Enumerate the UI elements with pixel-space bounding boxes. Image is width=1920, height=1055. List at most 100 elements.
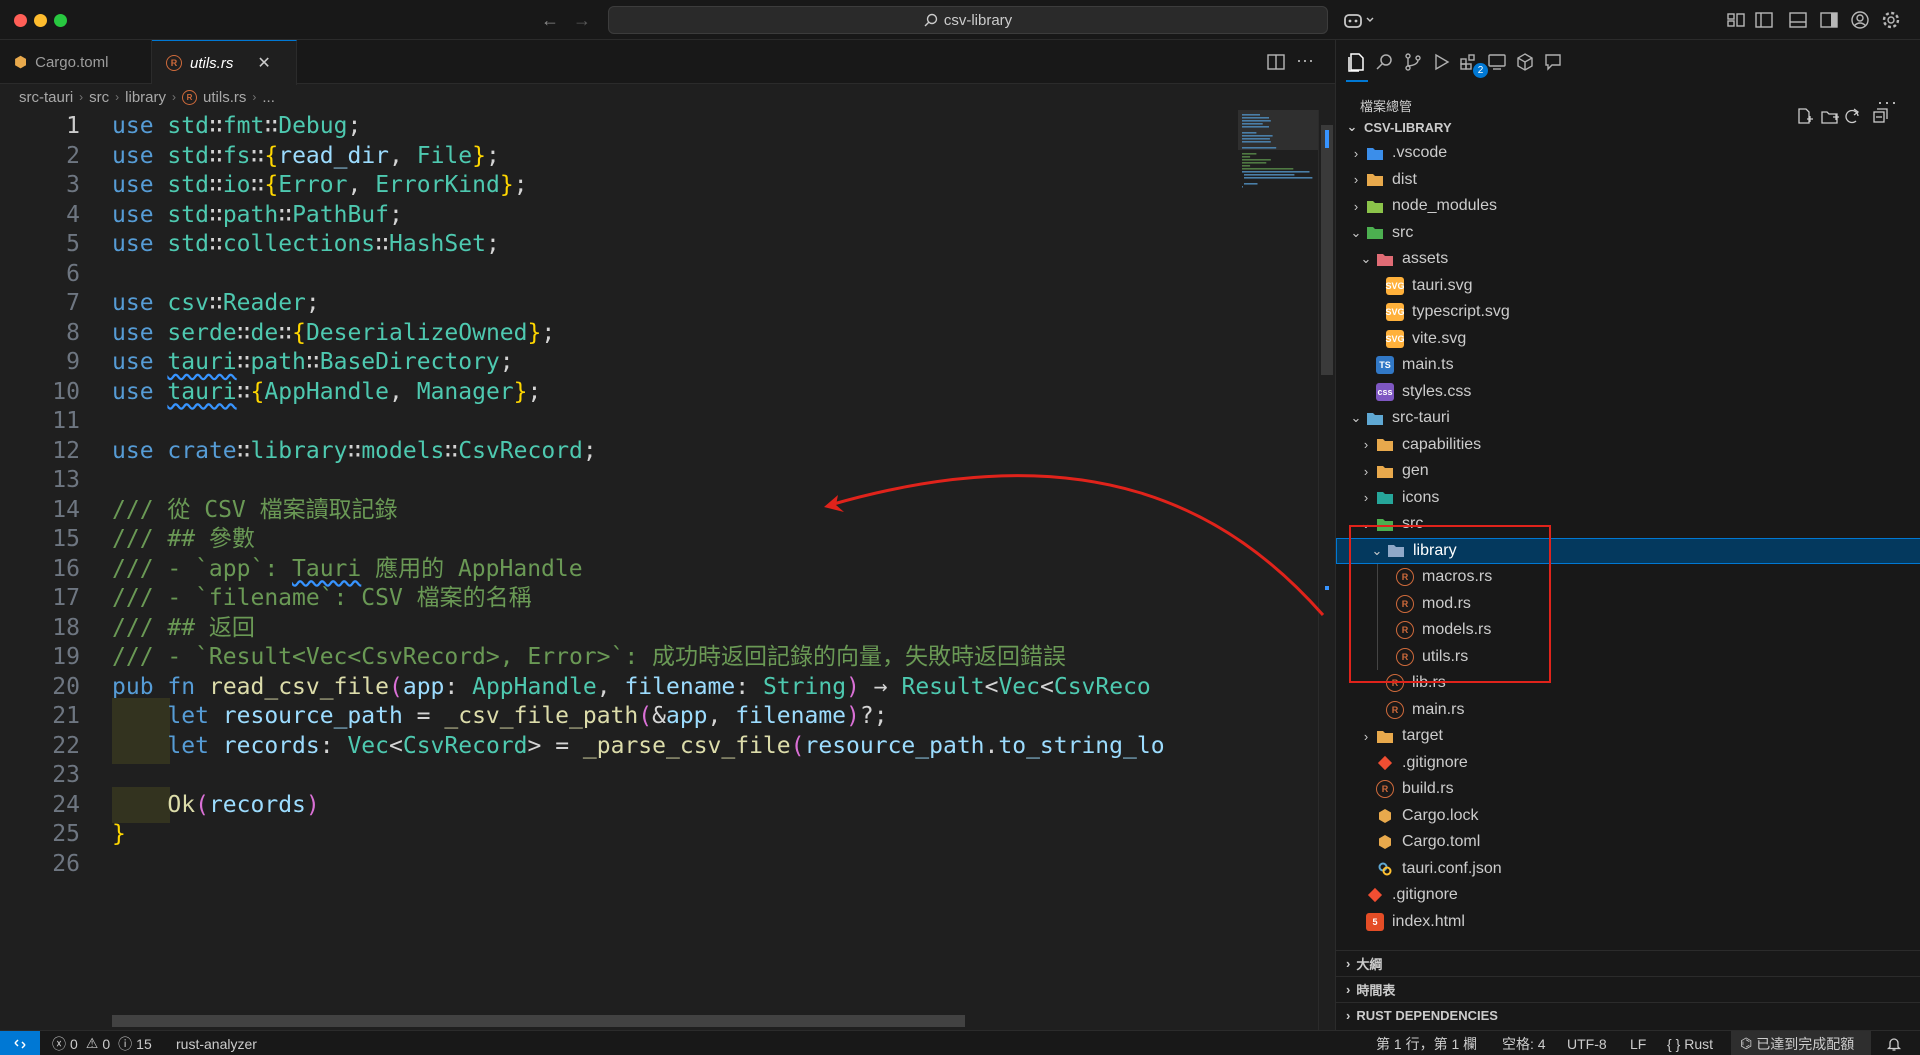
tree-item[interactable]: › icons xyxy=(1336,485,1920,511)
tree-item[interactable]: › dist xyxy=(1336,167,1920,193)
chevron-right-icon: › xyxy=(1363,490,1369,505)
tree-item[interactable]: ⌄ src-tauri xyxy=(1336,405,1920,431)
toggle-secondary-sidebar-icon[interactable] xyxy=(1818,9,1840,31)
encoding-status[interactable]: UTF-8 xyxy=(1567,1031,1607,1055)
notifications-bell-icon[interactable] xyxy=(1886,1036,1902,1052)
problems-status[interactable]: ⓧ 0 ⚠ 0 ⓘ 15 xyxy=(52,1031,152,1055)
tree-item[interactable]: Cargo.toml xyxy=(1336,829,1920,855)
toggle-primary-sidebar-icon[interactable] xyxy=(1753,9,1775,31)
tree-item[interactable]: › gen xyxy=(1336,458,1920,484)
new-folder-icon[interactable] xyxy=(1821,111,1839,124)
containers-icon[interactable] xyxy=(1514,51,1536,73)
indentation-status[interactable]: 空格: 4 xyxy=(1502,1031,1546,1055)
chat-icon[interactable] xyxy=(1542,51,1564,73)
account-icon[interactable] xyxy=(1849,9,1871,31)
tree-item[interactable]: .gitignore xyxy=(1336,882,1920,908)
tree-item[interactable]: ⌄ assets xyxy=(1336,246,1920,272)
close-window-button[interactable] xyxy=(14,14,27,27)
tree-item[interactable]: › .vscode xyxy=(1336,140,1920,166)
forward-arrow-icon[interactable]: → xyxy=(570,8,594,32)
new-file-icon[interactable] xyxy=(1798,108,1813,124)
tree-item[interactable]: SVG tauri.svg xyxy=(1336,273,1920,299)
scrollbar-thumb[interactable] xyxy=(1321,125,1333,375)
breadcrumb-item[interactable]: src xyxy=(89,89,109,106)
section-timeline[interactable]: › 時間表 xyxy=(1336,976,1920,1002)
workspace-root-label: CSV-LIBRARY xyxy=(1364,119,1452,135)
breadcrumb-item[interactable]: src-tauri xyxy=(19,89,73,106)
html-file-icon: 5 xyxy=(1366,912,1384,931)
tree-item[interactable]: Cargo.lock xyxy=(1336,803,1920,829)
toggle-panel-icon[interactable] xyxy=(1787,9,1809,31)
tree-item-label: .vscode xyxy=(1392,144,1448,161)
tab-label: Cargo.toml xyxy=(35,53,109,71)
svg-file-icon: SVG xyxy=(1386,329,1405,348)
tree-item-label: assets xyxy=(1402,250,1449,267)
tree-item[interactable]: › target xyxy=(1336,723,1920,749)
tree-item[interactable]: 5 index.html xyxy=(1336,909,1920,935)
collapse-all-icon[interactable] xyxy=(1873,108,1888,123)
tab-cargo-toml[interactable]: ⬢ Cargo.toml xyxy=(0,40,152,84)
source-control-icon[interactable] xyxy=(1402,51,1424,73)
info-count: 15 xyxy=(136,1035,152,1052)
command-center-search[interactable]: csv-library xyxy=(608,6,1328,34)
annotation-arrow xyxy=(824,474,1325,616)
section-outline[interactable]: › 大綱 xyxy=(1336,950,1920,976)
code-line[interactable]: 26 xyxy=(0,846,1236,882)
tree-item[interactable]: SVG vite.svg xyxy=(1336,326,1920,352)
chevron-down-icon: ⌄ xyxy=(1346,119,1358,134)
chevron-right-icon: › xyxy=(1363,437,1369,452)
rust-analyzer-status[interactable]: rust-analyzer xyxy=(176,1031,257,1055)
search-icon[interactable] xyxy=(1374,51,1396,73)
copilot-status-label: 已達到完成配額 xyxy=(1756,1035,1855,1052)
language-status[interactable]: { } Rust xyxy=(1667,1031,1713,1055)
tree-item[interactable]: .gitignore xyxy=(1336,750,1920,776)
refresh-icon[interactable] xyxy=(1845,108,1860,124)
minimize-window-button[interactable] xyxy=(34,14,47,27)
tree-item[interactable]: Rmain.rs xyxy=(1336,697,1920,723)
command-center-label: csv-library xyxy=(943,11,1013,29)
minimap-line xyxy=(1244,174,1295,176)
tree-item[interactable]: css styles.css xyxy=(1336,379,1920,405)
tree-item[interactable]: Rbuild.rs xyxy=(1336,776,1920,802)
eol-status[interactable]: LF xyxy=(1630,1031,1646,1055)
breadcrumb-item[interactable]: library xyxy=(125,89,166,106)
tree-item-label: build.rs xyxy=(1402,780,1454,797)
minimap-line xyxy=(1242,114,1260,116)
tree-item[interactable]: › node_modules xyxy=(1336,193,1920,219)
active-indicator xyxy=(1346,80,1368,82)
zoom-window-button[interactable] xyxy=(54,14,67,27)
close-tab-icon[interactable]: ✕ xyxy=(257,53,270,73)
horizontal-scrollbar[interactable] xyxy=(112,1015,965,1027)
breadcrumb-item[interactable]: ... xyxy=(262,89,275,106)
cursor-position-status[interactable]: 第 1 行，第 1 欄 xyxy=(1376,1031,1477,1055)
split-editor-icon[interactable] xyxy=(1266,52,1286,72)
run-debug-icon[interactable] xyxy=(1430,51,1452,73)
explorer-files-icon[interactable] xyxy=(1346,51,1368,73)
remote-indicator-icon[interactable] xyxy=(0,1031,40,1055)
minimap-line xyxy=(1242,132,1257,134)
tree-item[interactable]: ⌄ src xyxy=(1336,220,1920,246)
more-actions-icon[interactable]: ··· xyxy=(1296,50,1314,71)
tree-item-label: capabilities xyxy=(1402,435,1482,453)
minimap-line xyxy=(1242,117,1269,119)
minimap-line xyxy=(1242,126,1269,128)
copilot-icon[interactable] xyxy=(1343,9,1377,31)
css-file-icon: css xyxy=(1376,382,1394,401)
tree-item-label: styles.css xyxy=(1402,382,1472,400)
tab-utils-rs[interactable]: R utils.rs ✕ xyxy=(152,40,297,85)
section-rust-dependencies[interactable]: › RUST DEPENDENCIES xyxy=(1336,1002,1920,1028)
warning-count: 0 xyxy=(102,1035,111,1052)
images-folder-icon xyxy=(1376,489,1394,507)
tree-item[interactable]: › capabilities xyxy=(1336,432,1920,458)
customize-layout-icon[interactable] xyxy=(1725,9,1747,31)
settings-gear-icon[interactable] xyxy=(1880,9,1902,31)
tree-item[interactable]: TS main.ts xyxy=(1336,352,1920,378)
tree-item[interactable]: tauri.conf.json xyxy=(1336,856,1920,882)
remote-explorer-icon[interactable] xyxy=(1486,51,1508,73)
minimap-line xyxy=(1242,171,1310,173)
tree-item[interactable]: SVG typescript.svg xyxy=(1336,299,1920,325)
tree-item-label: Cargo.toml xyxy=(1402,833,1481,850)
breadcrumb-item[interactable]: utils.rs xyxy=(203,89,246,106)
back-arrow-icon[interactable]: ← xyxy=(538,8,562,32)
typescript-file-icon: TS xyxy=(1376,356,1394,374)
